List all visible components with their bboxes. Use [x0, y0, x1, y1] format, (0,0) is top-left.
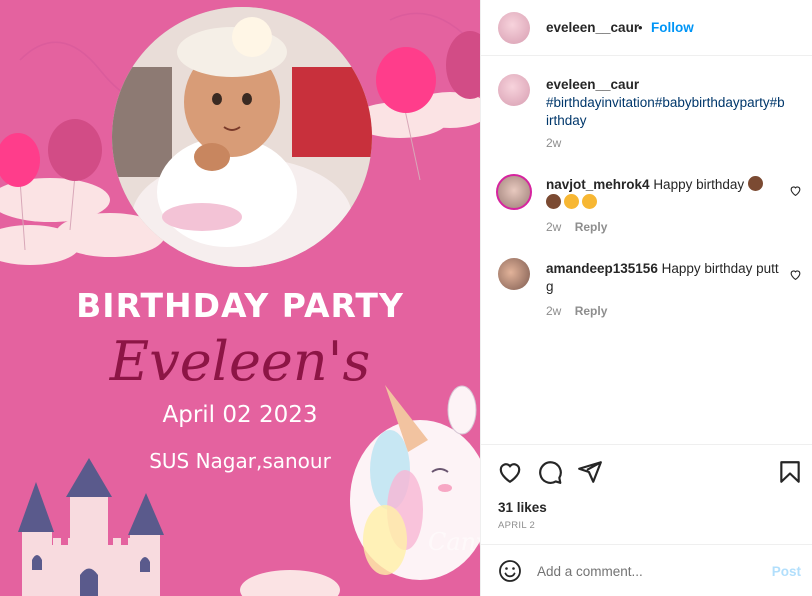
post-comment-button[interactable]: Post — [772, 564, 801, 579]
commenter-avatar[interactable] — [496, 174, 532, 210]
caption-avatar[interactable] — [498, 74, 530, 106]
canva-watermark: Canva — [428, 528, 480, 556]
baby-photo-illustration — [112, 7, 372, 267]
post-details-panel: eveleen__caur • Follow eveleen__caur #bi… — [480, 0, 812, 596]
reply-button[interactable]: Reply — [575, 304, 608, 318]
like-comment-icon[interactable] — [789, 268, 802, 281]
author-username[interactable]: eveleen__caur — [546, 20, 639, 35]
caption-time[interactable]: 2w — [546, 136, 561, 150]
comment-text: amandeep135156 Happy birthday putt g — [546, 260, 786, 296]
bookmark-icon[interactable] — [777, 459, 803, 485]
smiling-face-hearts-icon — [564, 194, 579, 209]
comment-time[interactable]: 2w — [546, 304, 561, 318]
comment-input[interactable] — [537, 561, 757, 581]
post-date[interactable]: APRIL 2 — [498, 520, 535, 531]
invitation-date: April 02 2023 — [162, 402, 318, 428]
invitation-headline: BIRTHDAY PARTY — [76, 286, 404, 325]
share-icon[interactable] — [577, 459, 603, 485]
comment-body: Happy birthday — [653, 177, 745, 192]
emoji-icon[interactable] — [498, 559, 522, 583]
commenter-username[interactable]: navjot_mehrok4 — [546, 177, 650, 192]
invitation-name: Eveleen's — [109, 330, 371, 393]
author-avatar[interactable] — [498, 12, 530, 44]
comment-icon[interactable] — [537, 459, 563, 485]
caption-text: eveleen__caur #birthdayinvitation#babybi… — [546, 76, 786, 130]
heart-icon[interactable] — [497, 459, 523, 485]
comment-time[interactable]: 2w — [546, 220, 561, 234]
cake-emoji-icon — [546, 194, 561, 209]
caption-hashtags[interactable]: #birthdayinvitation#babybirthdayparty#bi… — [546, 95, 785, 128]
commenter-username[interactable]: amandeep135156 — [546, 261, 658, 276]
likes-count[interactable]: 31 likes — [498, 500, 547, 515]
smiling-face-hearts-icon — [582, 194, 597, 209]
caption-username[interactable]: eveleen__caur — [546, 77, 639, 92]
reply-button[interactable]: Reply — [575, 220, 608, 234]
baby-photo — [112, 7, 372, 267]
commenter-avatar[interactable] — [498, 258, 530, 290]
caption-meta: 2w — [546, 136, 561, 150]
post-image[interactable]: BIRTHDAY PARTY Eveleen's April 02 2023 S… — [0, 0, 480, 596]
invitation-location: SUS Nagar,sanour — [149, 449, 331, 473]
follow-button[interactable]: Follow — [651, 20, 694, 35]
comment-text: navjot_mehrok4 Happy birthday — [546, 176, 786, 212]
cake-emoji-icon — [747, 176, 763, 191]
comment-meta: 2w Reply — [546, 220, 607, 234]
comments-list: eveleen__caur #birthdayinvitation#babybi… — [481, 56, 812, 444]
post-header: eveleen__caur • Follow — [481, 0, 812, 56]
add-comment-bar: Post — [481, 544, 812, 596]
separator-dot: • — [638, 20, 643, 35]
like-comment-icon[interactable] — [789, 184, 802, 197]
comment-meta: 2w Reply — [546, 304, 607, 318]
